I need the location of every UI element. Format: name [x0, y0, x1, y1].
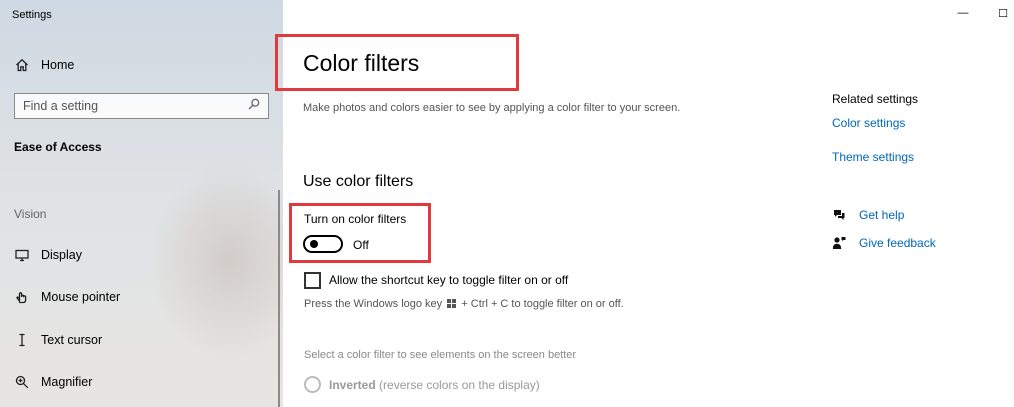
feedback-person-icon: [831, 235, 847, 251]
app-title: Settings: [12, 9, 52, 21]
sidebar-item-mouse-pointer[interactable]: Mouse pointer: [14, 289, 120, 305]
filter-select-label: Select a color filter to see elements on…: [304, 349, 577, 361]
search-input[interactable]: [23, 99, 223, 113]
sidebar-item-label: Home: [41, 58, 75, 72]
mouse-pointer-icon: [14, 289, 30, 305]
sidebar-item-label: Mouse pointer: [41, 290, 121, 304]
minimize-button[interactable]: —: [956, 6, 970, 20]
sidebar-item-label: Display: [41, 248, 82, 262]
section-title: Ease of Access: [14, 140, 102, 154]
maximize-button[interactable]: ☐: [996, 6, 1010, 20]
magnifier-icon: [14, 374, 30, 390]
theme-settings-link[interactable]: Theme settings: [832, 150, 914, 164]
shortcut-checkbox-label[interactable]: Allow the shortcut key to toggle filter …: [329, 273, 568, 287]
title-highlight-box: [275, 34, 519, 91]
display-icon: [14, 247, 30, 263]
shortcut-hint: Press the Windows logo key + Ctrl + C to…: [304, 298, 624, 310]
sidebar: Settings Home Ease of Access Vision Disp…: [0, 0, 283, 407]
toggle-highlight-box: [289, 203, 431, 263]
related-settings-title: Related settings: [832, 92, 919, 106]
color-settings-link[interactable]: Color settings: [832, 116, 905, 130]
help-chat-icon: [831, 207, 847, 223]
sidebar-item-label: Magnifier: [41, 375, 93, 389]
sidebar-item-text-cursor[interactable]: Text cursor: [14, 332, 102, 348]
shortcut-checkbox[interactable]: [304, 272, 321, 289]
group-label: Vision: [14, 207, 47, 221]
give-feedback-link[interactable]: Give feedback: [831, 235, 936, 251]
sidebar-item-magnifier[interactable]: Magnifier: [14, 374, 92, 390]
search-box[interactable]: [14, 93, 269, 119]
get-help-link[interactable]: Get help: [831, 207, 904, 223]
section-heading: Use color filters: [303, 173, 414, 190]
sidebar-scrollbar[interactable]: [278, 190, 280, 407]
inverted-radio-label[interactable]: Inverted (reverse colors on the display): [329, 378, 540, 392]
page-description: Make photos and colors easier to see by …: [303, 102, 681, 114]
sidebar-item-display[interactable]: Display: [14, 247, 82, 263]
sidebar-item-label: Text cursor: [41, 333, 103, 347]
inverted-radio[interactable]: [304, 376, 321, 393]
text-cursor-icon: [14, 332, 30, 348]
main-content: — ☐ Color filters Make photos and colors…: [275, 0, 1014, 407]
sidebar-item-home[interactable]: Home: [14, 57, 74, 73]
windows-logo-icon: [447, 299, 457, 308]
search-icon[interactable]: [248, 97, 260, 115]
home-icon: [14, 57, 30, 73]
